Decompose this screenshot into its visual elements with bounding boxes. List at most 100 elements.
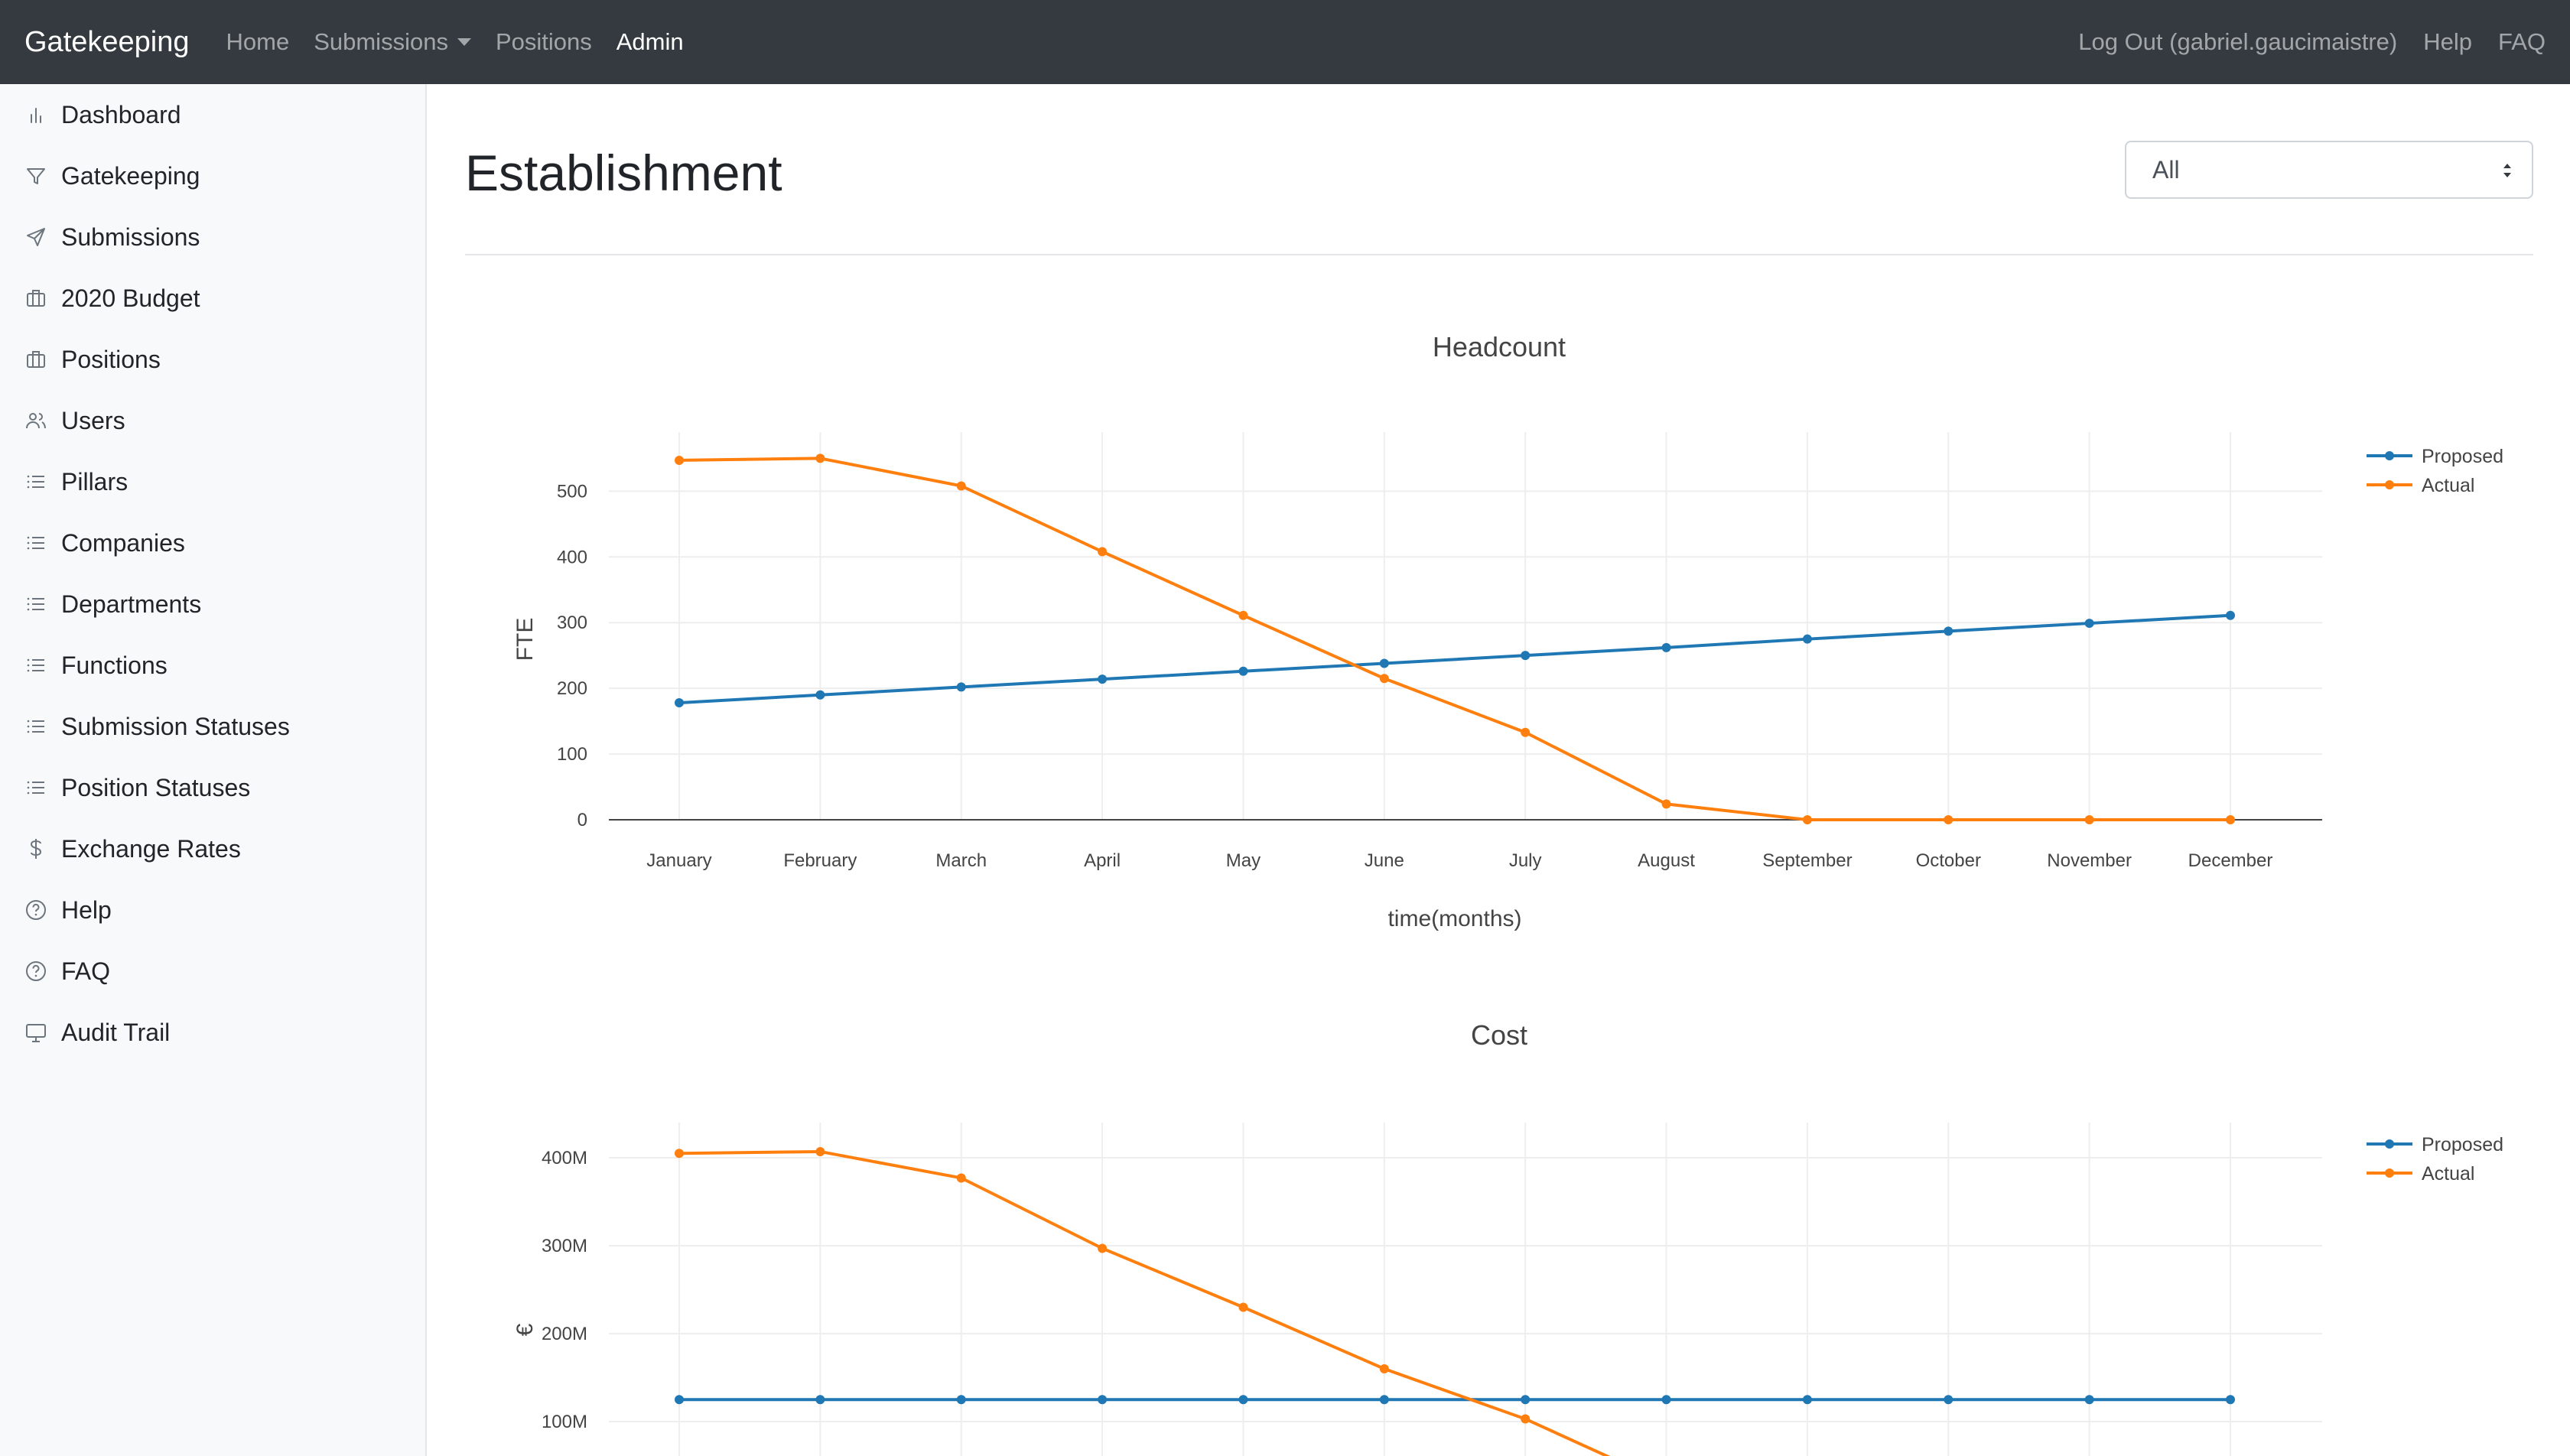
data-point-proposed[interactable]: [1802, 634, 1812, 644]
legend-label: Actual: [2422, 1163, 2474, 1185]
legend-swatch-marker: [2385, 1168, 2394, 1178]
data-point-proposed[interactable]: [1379, 658, 1389, 668]
filter-select[interactable]: All: [2125, 141, 2533, 199]
data-point-actual[interactable]: [2226, 815, 2235, 824]
sidebar: Dashboard Gatekeeping Submissions 2020 Budg…: [0, 84, 427, 1456]
data-point-actual[interactable]: [1098, 1243, 1108, 1253]
data-point-proposed[interactable]: [1238, 666, 1248, 676]
nav-admin-link[interactable]: Admin: [616, 28, 684, 56]
data-point-proposed[interactable]: [956, 682, 966, 692]
data-point-proposed[interactable]: [2226, 610, 2235, 620]
data-point-actual[interactable]: [675, 455, 684, 465]
data-point-actual[interactable]: [1521, 727, 1531, 737]
sidebar-item-audit-trail[interactable]: Audit Trail: [0, 1002, 425, 1063]
x-tick-label: May: [1226, 850, 1261, 871]
data-point-proposed[interactable]: [2226, 1395, 2235, 1405]
logout-link[interactable]: Log Out (gabriel.gaucimaistre): [2078, 28, 2397, 56]
data-point-actual[interactable]: [1521, 1414, 1531, 1424]
data-point-proposed[interactable]: [1944, 1395, 1954, 1405]
sidebar-item-users[interactable]: Users: [0, 390, 425, 451]
sidebar-item-departments[interactable]: Departments: [0, 574, 425, 635]
sidebar-item-2020-budget[interactable]: 2020 Budget: [0, 268, 425, 329]
sidebar-item-functions[interactable]: Functions: [0, 635, 425, 696]
data-point-actual[interactable]: [1238, 1302, 1248, 1312]
briefcase-icon: [23, 285, 49, 311]
data-point-proposed[interactable]: [1944, 626, 1954, 636]
data-point-actual[interactable]: [956, 481, 966, 491]
data-point-actual[interactable]: [1238, 610, 1248, 620]
title-divider: [465, 254, 2533, 255]
caret-down-icon: [457, 38, 471, 46]
series-actual: [675, 1146, 1611, 1456]
data-point-actual[interactable]: [2084, 815, 2094, 824]
y-tick-label: 200: [557, 678, 587, 699]
series-line-actual: [678, 457, 2230, 821]
sidebar-item-gatekeeping[interactable]: Gatekeeping: [0, 145, 425, 206]
data-point-actual[interactable]: [1098, 547, 1108, 557]
x-tick-label: January: [646, 850, 711, 871]
data-point-proposed[interactable]: [675, 1395, 684, 1405]
data-point-proposed[interactable]: [1661, 1395, 1671, 1405]
sidebar-item-help[interactable]: Help: [0, 879, 425, 941]
filter-select-value: All: [2152, 155, 2180, 184]
nav-submissions-dropdown[interactable]: Submissions: [314, 28, 471, 56]
faq-link[interactable]: FAQ: [2498, 28, 2546, 56]
data-point-proposed[interactable]: [1098, 674, 1108, 684]
data-point-proposed[interactable]: [1238, 1395, 1248, 1405]
sidebar-item-exchange-rates[interactable]: Exchange Rates: [0, 818, 425, 879]
data-point-actual[interactable]: [1802, 815, 1812, 824]
headcount-chart-svg: Headcount 0 100 200 300 400 500 January February…: [512, 331, 2503, 931]
data-point-proposed[interactable]: [1098, 1395, 1108, 1405]
sidebar-item-submissions[interactable]: Submissions: [0, 206, 425, 268]
data-point-actual[interactable]: [675, 1149, 684, 1159]
data-point-actual[interactable]: [1944, 815, 1954, 824]
brand-logo[interactable]: Gatekeeping: [24, 26, 190, 59]
help-link[interactable]: Help: [2423, 28, 2472, 56]
nav-home-link[interactable]: Home: [226, 28, 290, 56]
data-point-actual[interactable]: [815, 453, 825, 463]
cost-chart: Cost 100M 200M 300M 400M € Proposed Actual: [465, 994, 2533, 1456]
data-point-proposed[interactable]: [2084, 619, 2094, 629]
series-proposed: [675, 1395, 2235, 1405]
data-point-proposed[interactable]: [1521, 651, 1531, 661]
data-point-proposed[interactable]: [2084, 1395, 2094, 1405]
y-tick-label: 100M: [542, 1412, 587, 1432]
data-point-actual[interactable]: [956, 1173, 966, 1183]
data-point-proposed[interactable]: [1661, 642, 1671, 652]
data-point-actual[interactable]: [815, 1146, 825, 1156]
data-point-actual[interactable]: [1379, 1364, 1389, 1373]
sidebar-item-label: Functions: [61, 651, 168, 679]
data-point-proposed[interactable]: [1379, 1395, 1389, 1405]
x-tick-label: June: [1365, 850, 1404, 871]
x-tick-label: March: [935, 850, 987, 871]
y-tick-label: 0: [577, 810, 587, 830]
y-tick-label: 300: [557, 613, 587, 633]
data-point-proposed[interactable]: [1521, 1395, 1531, 1405]
data-point-proposed[interactable]: [956, 1395, 966, 1405]
sidebar-item-positions[interactable]: Positions: [0, 329, 425, 390]
nav-positions-link[interactable]: Positions: [496, 28, 592, 56]
x-tick-label: December: [2188, 850, 2273, 871]
sidebar-item-pillars[interactable]: Pillars: [0, 451, 425, 512]
sidebar-item-companies[interactable]: Companies: [0, 512, 425, 574]
list-icon: [23, 591, 49, 617]
sidebar-item-dashboard[interactable]: Dashboard: [0, 84, 425, 145]
chart-title: Headcount: [1433, 331, 1566, 362]
send-icon: [23, 224, 49, 250]
sidebar-item-submission-statuses[interactable]: Submission Statuses: [0, 696, 425, 757]
dollar-icon: [23, 836, 49, 862]
data-point-actual[interactable]: [1379, 674, 1389, 684]
data-point-actual[interactable]: [1661, 799, 1671, 809]
x-tick-label: November: [2047, 850, 2132, 871]
data-point-proposed[interactable]: [1802, 1395, 1812, 1405]
data-point-proposed[interactable]: [815, 690, 825, 700]
data-point-proposed[interactable]: [815, 1395, 825, 1405]
sidebar-item-faq[interactable]: FAQ: [0, 941, 425, 1002]
x-tick-label: April: [1084, 850, 1121, 871]
x-tick-label: September: [1762, 850, 1852, 871]
sidebar-item-position-statuses[interactable]: Position Statuses: [0, 757, 425, 818]
list-icon: [23, 713, 49, 739]
sidebar-item-label: Help: [61, 895, 112, 924]
briefcase-icon: [23, 346, 49, 372]
data-point-proposed[interactable]: [675, 698, 684, 708]
